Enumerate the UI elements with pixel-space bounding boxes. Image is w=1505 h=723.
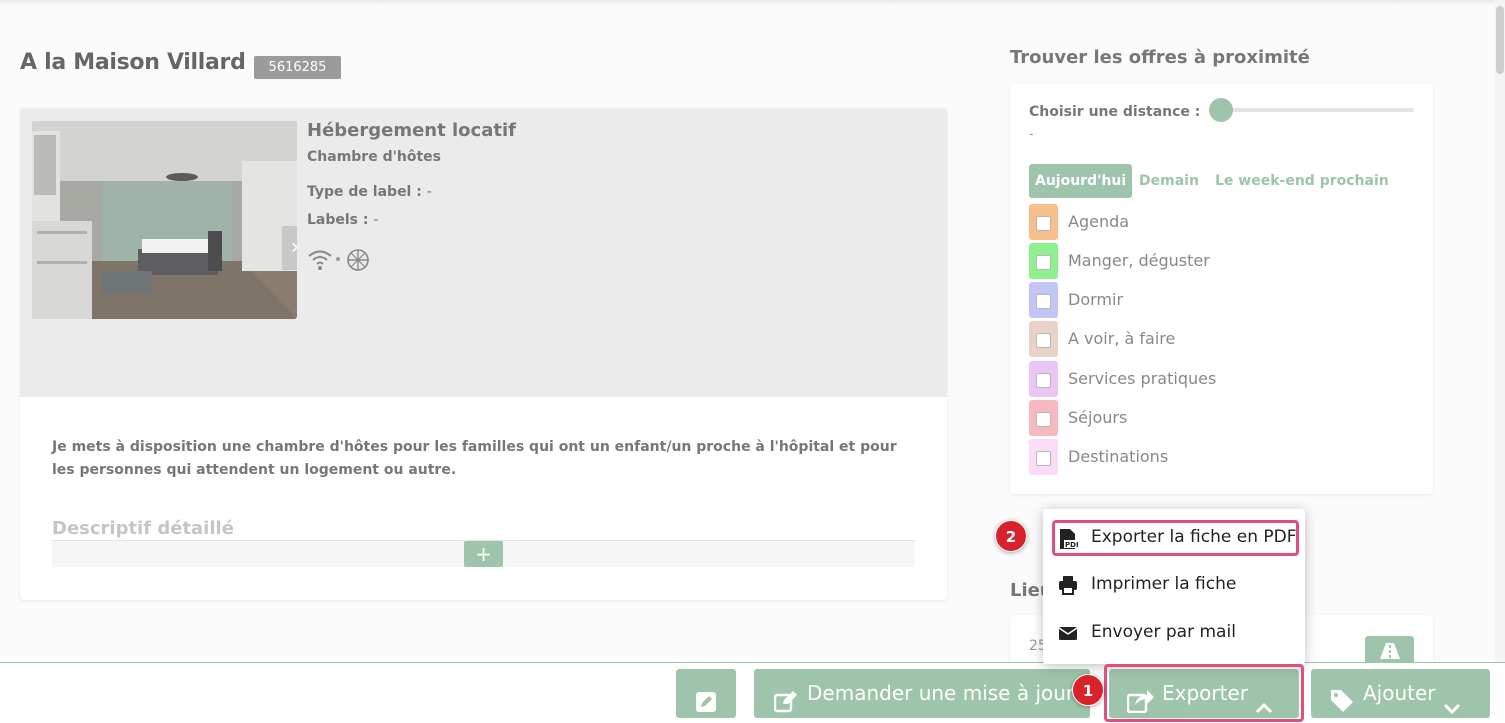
chevron-down-icon: [1443, 685, 1461, 723]
category-agenda[interactable]: Agenda: [1029, 204, 1409, 240]
day-tomorrow-button[interactable]: Demain: [1139, 164, 1199, 198]
listing-category: Hébergement locatif: [307, 120, 516, 141]
category-checkbox[interactable]: [1036, 255, 1051, 270]
labels-key: Labels :: [307, 212, 369, 228]
listing-description: Je mets à disposition une chambre d'hôte…: [52, 439, 897, 478]
category-checkbox[interactable]: [1036, 216, 1051, 231]
category-label: A voir, à faire: [1068, 329, 1176, 348]
category-label: Dormir: [1068, 290, 1124, 309]
category-a-voir[interactable]: A voir, à faire: [1029, 321, 1409, 357]
category-label: Agenda: [1068, 212, 1130, 231]
nearby-panel: Choisir une distance : - Aujourd'hui Dem…: [1010, 84, 1433, 494]
step-1-badge: 1: [1072, 674, 1104, 706]
road-icon: [1379, 643, 1400, 659]
email-item[interactable]: Envoyer par mail: [1043, 613, 1305, 653]
scrollbar-thumb[interactable]: [1496, 6, 1504, 74]
distance-value: -: [1029, 127, 1034, 141]
step-2-badge: 2: [995, 520, 1027, 552]
edit-button[interactable]: [676, 669, 736, 718]
category-checkbox[interactable]: [1036, 373, 1051, 388]
tag-icon: [1330, 682, 1354, 723]
listing-photo[interactable]: ›: [32, 121, 297, 319]
label-type-key: Type de label :: [307, 184, 422, 200]
category-checkbox[interactable]: [1036, 333, 1051, 348]
distance-slider-thumb[interactable]: [1209, 98, 1233, 122]
distance-label: Choisir une distance :: [1029, 104, 1201, 120]
category-dormir[interactable]: Dormir: [1029, 282, 1409, 318]
listing-subcategory: Chambre d'hôtes: [307, 149, 441, 165]
category-checkbox[interactable]: [1036, 451, 1051, 466]
detail-heading: Descriptif détaillé: [52, 518, 234, 539]
request-update-label: Demander une mise à jour: [807, 681, 1075, 705]
nearby-title: Trouver les offres à proximité: [1010, 47, 1310, 68]
pencil-square-icon: [773, 682, 798, 723]
email-label: Envoyer par mail: [1091, 622, 1236, 642]
edit-icon: [695, 682, 717, 723]
category-destinations[interactable]: Destinations: [1029, 439, 1409, 475]
category-label: Destinations: [1068, 447, 1169, 466]
add-label: Ajouter: [1363, 681, 1436, 705]
print-label: Imprimer la fiche: [1091, 574, 1237, 594]
top-shadow: [0, 0, 1505, 6]
labels-value: -: [373, 212, 379, 228]
print-item[interactable]: Imprimer la fiche: [1043, 565, 1305, 605]
accessibility-icon: [345, 247, 371, 273]
category-checkbox[interactable]: [1036, 412, 1051, 427]
highlight-export-pdf: [1052, 520, 1299, 556]
listing-card: › Hébergement locatif Chambre d'hôtes Ty…: [20, 108, 947, 600]
category-sejours[interactable]: Séjours: [1029, 400, 1409, 436]
printer-icon: [1058, 575, 1078, 595]
amenity-separator: [336, 257, 340, 261]
request-update-button[interactable]: Demander une mise à jour: [754, 669, 1090, 718]
day-next-weekend-button[interactable]: Le week-end prochain: [1215, 164, 1389, 198]
listing-summary: › Hébergement locatif Chambre d'hôtes Ty…: [20, 108, 947, 397]
day-today-button[interactable]: Aujourd'hui: [1029, 164, 1133, 198]
category-checkbox[interactable]: [1036, 294, 1051, 309]
category-manger[interactable]: Manger, déguster: [1029, 243, 1409, 279]
category-label: Manger, déguster: [1068, 251, 1210, 270]
scrollbar[interactable]: [1495, 0, 1505, 662]
distance-slider-track[interactable]: [1220, 108, 1414, 112]
photo-next-arrow[interactable]: ›: [282, 226, 297, 270]
envelope-icon: [1058, 623, 1078, 643]
highlight-export-button: [1104, 664, 1304, 722]
page-title: A la Maison Villard: [20, 50, 246, 75]
labels-row: Labels : -: [307, 212, 378, 228]
add-detail-button[interactable]: +: [464, 541, 503, 567]
category-label: Services pratiques: [1068, 369, 1217, 388]
label-type-value: -: [426, 184, 432, 200]
category-services[interactable]: Services pratiques: [1029, 361, 1409, 397]
add-button[interactable]: Ajouter: [1311, 669, 1490, 718]
category-label: Séjours: [1068, 408, 1128, 427]
wifi-icon: [307, 247, 333, 273]
listing-id-badge: 5616285: [254, 56, 341, 79]
label-type-row: Type de label : -: [307, 184, 432, 200]
